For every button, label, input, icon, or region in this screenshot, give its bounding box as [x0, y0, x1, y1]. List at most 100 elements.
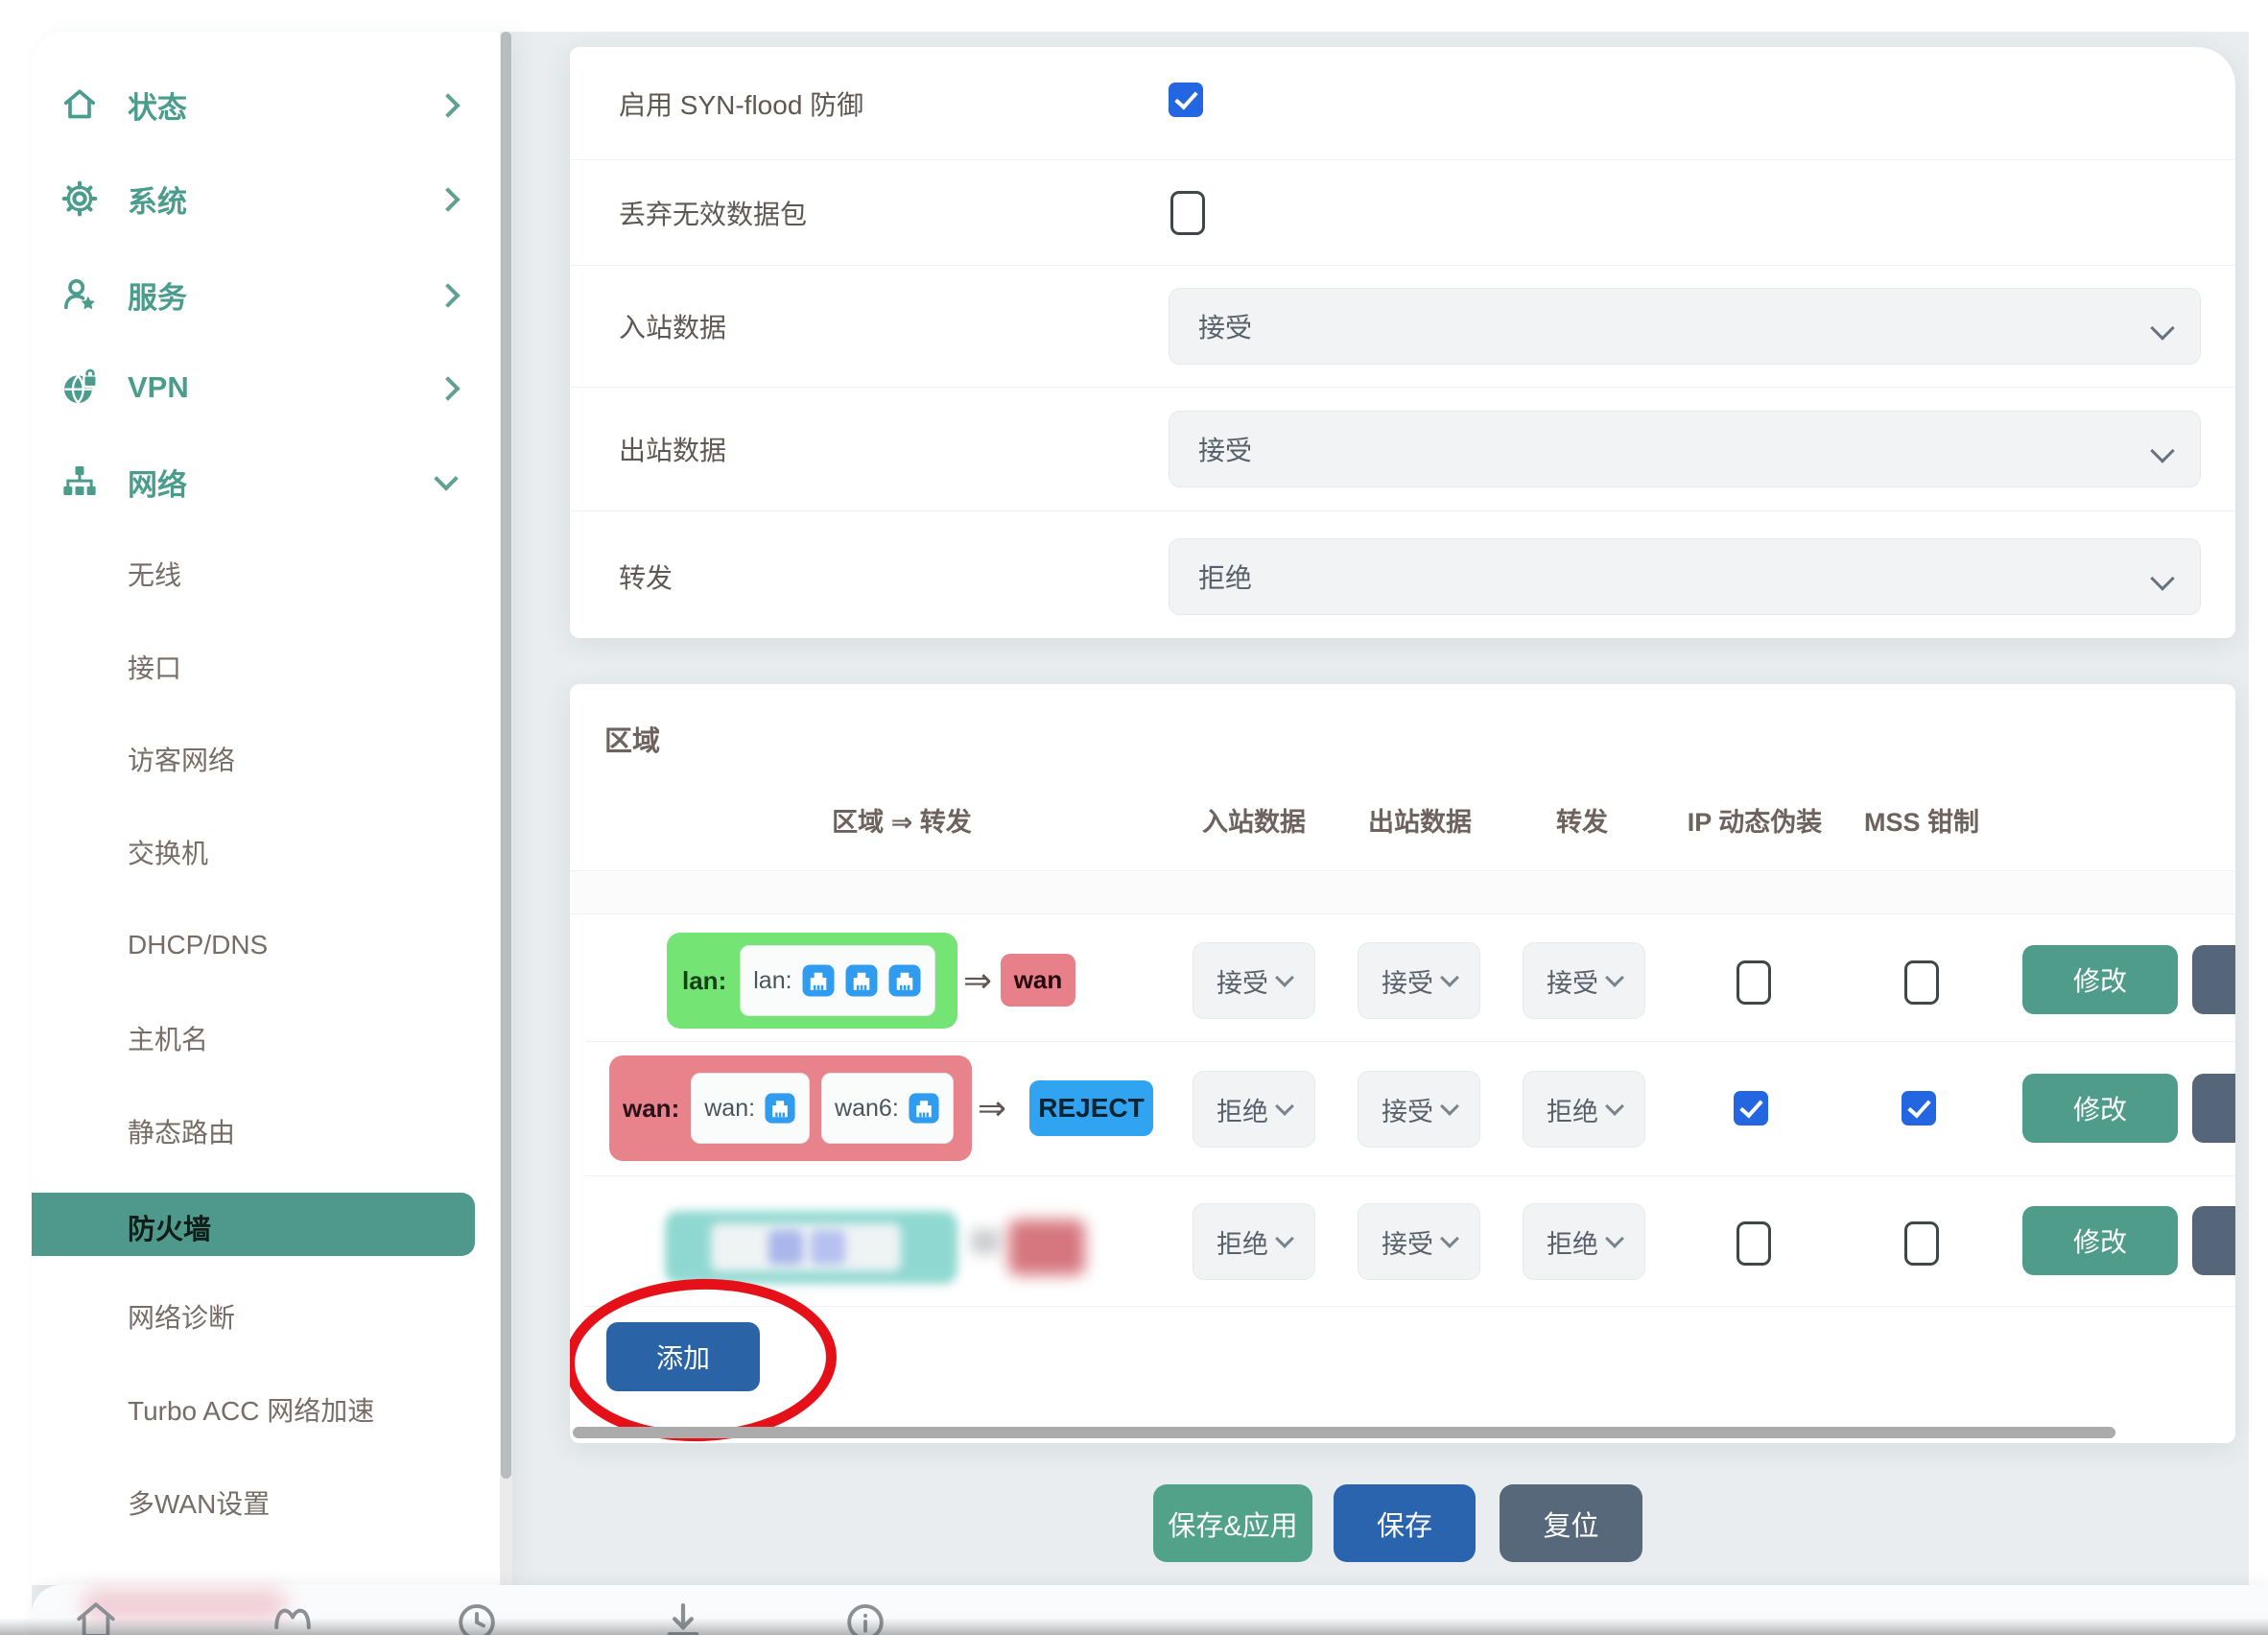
zone-badge-lan: lan: lan:	[667, 933, 957, 1029]
select-value: 接受	[1382, 1223, 1433, 1261]
chevron-down-icon	[434, 466, 458, 490]
row3-input-select[interactable]: 拒绝	[1193, 1203, 1315, 1280]
row1-masq-checkbox-unchecked[interactable]	[1736, 960, 1771, 1005]
sidebar-item-system[interactable]: 系统	[32, 166, 498, 231]
sidebar-item-wireless[interactable]: 无线	[32, 544, 498, 604]
chevron-down-icon	[2150, 566, 2174, 590]
row1-mss-checkbox-unchecked[interactable]	[1904, 960, 1939, 1005]
chevron-down-icon	[2150, 438, 2174, 462]
edit-button-label: 修改	[2073, 1221, 2127, 1260]
row2-output-select[interactable]: 接受	[1358, 1071, 1480, 1148]
save-button[interactable]: 保存	[1334, 1484, 1476, 1562]
sidebar-item-hostnames[interactable]: 主机名	[32, 1008, 498, 1068]
col-header-zone-forward: 区域 ⇒ 转发	[832, 801, 972, 839]
zones-title: 区域	[604, 719, 660, 759]
submenu-label: 访客网络	[128, 740, 235, 778]
submenu-label: DHCP/DNS	[128, 930, 268, 960]
col-header-mss-clamping: MSS 钳制	[1864, 801, 1979, 839]
drop-invalid-checkbox-unchecked[interactable]	[1170, 191, 1205, 235]
select-value: 拒绝	[1217, 1223, 1268, 1261]
chevron-down-icon	[1440, 1097, 1459, 1116]
col-header-masquerading: IP 动态伪装	[1688, 801, 1823, 839]
submenu-label: 无线	[128, 555, 181, 593]
sidebar-item-vpn[interactable]: VPN	[32, 355, 498, 420]
row-divider	[585, 1306, 2235, 1307]
ethernet-port-icon	[887, 963, 922, 998]
ethernet-port-icon	[764, 1092, 796, 1125]
save-apply-button[interactable]: 保存&应用	[1153, 1484, 1312, 1562]
sidebar-item-guest-network[interactable]: 访客网络	[32, 729, 498, 789]
forward-policy-label: 转发	[619, 557, 673, 596]
zone-forward-arrow: ⇒	[978, 1088, 1006, 1128]
col-header-forward: 转发	[1556, 801, 1608, 839]
col-header-output: 出站数据	[1368, 801, 1472, 839]
submenu-label: 主机名	[128, 1019, 208, 1057]
select-value: 接受	[1382, 962, 1433, 1000]
zone-forward-arrow: ⇒	[963, 960, 992, 1001]
chevron-down-icon	[2150, 316, 2174, 340]
firewall-settings-page: 状态 系统 服务 VPN	[0, 0, 2268, 1635]
syn-flood-label: 启用 SYN-flood 防御	[619, 84, 863, 123]
sidebar-item-turbo-acc[interactable]: Turbo ACC 网络加速	[32, 1380, 498, 1439]
input-policy-select[interactable]: 接受	[1169, 288, 2201, 365]
row2-mss-checkbox-checked[interactable]	[1902, 1091, 1936, 1126]
row1-delete-button-clipped[interactable]	[2192, 945, 2235, 1014]
sidebar-item-switch[interactable]: 交换机	[32, 822, 498, 882]
row2-masq-checkbox-checked[interactable]	[1734, 1091, 1768, 1126]
zone-badge-label: lan:	[682, 966, 726, 996]
row2-edit-button[interactable]: 修改	[2022, 1074, 2178, 1143]
horizontal-scrollbar-thumb[interactable]	[573, 1427, 2115, 1438]
row3-masq-checkbox-unchecked[interactable]	[1736, 1221, 1771, 1266]
row2-forward-select[interactable]: 拒绝	[1523, 1071, 1645, 1148]
sidebar-item-services[interactable]: 服务	[32, 262, 498, 327]
forward-policy-value: 拒绝	[1198, 557, 1252, 596]
row1-output-select[interactable]: 接受	[1358, 942, 1480, 1019]
syn-flood-checkbox-checked[interactable]	[1169, 83, 1203, 117]
sidebar-item-mwan[interactable]: 多WAN设置	[32, 1473, 498, 1532]
row3-mss-checkbox-unchecked[interactable]	[1904, 1221, 1939, 1266]
sidebar-item-network[interactable]: 网络	[32, 449, 498, 514]
select-value: 接受	[1382, 1091, 1433, 1128]
row3-output-select[interactable]: 接受	[1358, 1203, 1480, 1280]
sidebar-item-interfaces[interactable]: 接口	[32, 637, 498, 697]
form-row-drop-invalid: 丢弃无效数据包	[570, 160, 2235, 266]
row1-forward-select[interactable]: 接受	[1523, 942, 1645, 1019]
submenu-label: 多WAN设置	[128, 1483, 270, 1522]
row1-input-select[interactable]: 接受	[1193, 942, 1315, 1019]
sidebar-scrollbar-thumb[interactable]	[501, 32, 511, 1479]
firewall-general-settings-card: 启用 SYN-flood 防御 丢弃无效数据包 入站数据 接受 出站数据 接受 …	[570, 47, 2235, 638]
row1-edit-button[interactable]: 修改	[2022, 945, 2178, 1014]
sidebar-item-static-routes[interactable]: 静态路由	[32, 1102, 498, 1161]
zone-badge-label: wan:	[623, 1094, 679, 1124]
submenu-label: 防火墙	[128, 1207, 211, 1247]
zone-target-badge-wan: wan	[1001, 954, 1075, 1007]
sidebar-item-status[interactable]: 状态	[32, 72, 498, 137]
chevron-right-icon	[436, 93, 460, 117]
blurred-port-icon	[768, 1230, 803, 1265]
chevron-down-icon	[1605, 1229, 1624, 1248]
output-policy-select[interactable]: 接受	[1169, 411, 2201, 487]
zone-target-label: wan	[1014, 965, 1063, 995]
row3-forward-select[interactable]: 拒绝	[1523, 1203, 1645, 1280]
services-user-star-icon	[60, 275, 99, 314]
sidebar-item-dhcp-dns[interactable]: DHCP/DNS	[32, 915, 498, 975]
row3-delete-button-clipped[interactable]	[2192, 1206, 2235, 1275]
zone-target-badge-blurred	[1008, 1220, 1085, 1275]
col-header-input: 入站数据	[1202, 801, 1306, 839]
sidebar-item-label: 系统	[128, 178, 187, 221]
edit-button-label: 修改	[2073, 1089, 2127, 1127]
input-policy-value: 接受	[1198, 307, 1252, 345]
submenu-label: 网络诊断	[128, 1297, 235, 1336]
row2-delete-button-clipped[interactable]	[2192, 1074, 2235, 1143]
sidebar-item-diagnostics[interactable]: 网络诊断	[32, 1287, 498, 1346]
row3-edit-button[interactable]: 修改	[2022, 1206, 2178, 1275]
forward-policy-select[interactable]: 拒绝	[1169, 538, 2201, 615]
edit-button-label: 修改	[2073, 960, 2127, 999]
reset-button[interactable]: 复位	[1500, 1484, 1642, 1562]
sidebar-item-firewall-active[interactable]: 防火墙	[32, 1193, 475, 1256]
reset-label: 复位	[1543, 1504, 1598, 1544]
chevron-right-icon	[436, 376, 460, 400]
device-box-wan6: wan6:	[821, 1073, 954, 1144]
row2-input-select[interactable]: 拒绝	[1193, 1071, 1315, 1148]
sidebar-item-label: VPN	[128, 370, 189, 405]
